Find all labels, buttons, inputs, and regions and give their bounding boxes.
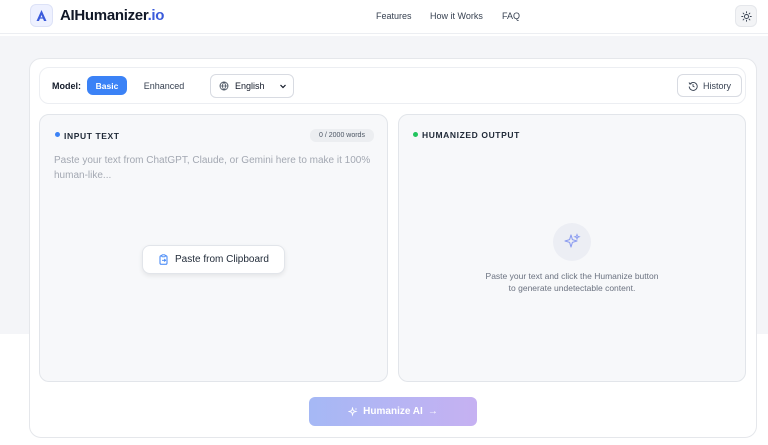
sparkles-icon (564, 233, 581, 248)
input-panel-title: INPUT TEXT (64, 131, 120, 141)
globe-icon (219, 81, 229, 91)
nav-link-features[interactable]: Features (376, 11, 412, 21)
language-value: English (235, 81, 265, 91)
sparkle-icon (348, 406, 358, 417)
output-panel-title: HUMANIZED OUTPUT (422, 130, 520, 140)
paste-from-clipboard-button[interactable]: Paste from Clipboard (142, 245, 285, 274)
input-status-dot (55, 132, 60, 137)
input-textarea-placeholder[interactable]: Paste your text from ChatGPT, Claude, or… (54, 153, 379, 183)
brand-main: AIHumanizer (60, 7, 148, 24)
paste-label: Paste from Clipboard (175, 254, 269, 265)
brand-name[interactable]: AIHumanizer.io (60, 7, 164, 24)
sparkle-placeholder (553, 223, 591, 261)
language-select[interactable]: English (210, 74, 294, 98)
output-empty-line-2: to generate undetectable content. (508, 283, 636, 293)
chevron-down-icon (280, 84, 286, 89)
history-icon (688, 81, 698, 91)
word-count-badge: 0 / 2000 words (310, 129, 374, 142)
nav-link-how-it-works[interactable]: How it Works (430, 11, 483, 21)
mode-enhanced-button[interactable]: Enhanced (138, 76, 190, 95)
model-label: Model: (52, 81, 81, 91)
nav-link-faq[interactable]: FAQ (502, 11, 520, 21)
humanize-button[interactable]: Humanize AI → (309, 397, 477, 426)
history-button[interactable]: History (677, 74, 742, 97)
theme-toggle-button[interactable] (735, 5, 757, 27)
brand-tld: .io (147, 7, 165, 24)
sun-icon (740, 10, 752, 22)
arrow-right-icon: → (427, 406, 438, 417)
mode-basic-button[interactable]: Basic (87, 76, 127, 95)
clipboard-icon (159, 254, 168, 265)
logo-icon[interactable] (30, 4, 53, 27)
top-nav-bar: AIHumanizer.io Features How it Works FAQ (0, 0, 768, 34)
humanize-label: Humanize AI (363, 406, 423, 417)
output-empty-line-1: Paste your text and click the Humanize b… (485, 271, 659, 281)
history-label: History (703, 80, 732, 91)
output-status-dot (413, 132, 418, 137)
output-empty-message: Paste your text and click the Humanize b… (452, 270, 692, 294)
